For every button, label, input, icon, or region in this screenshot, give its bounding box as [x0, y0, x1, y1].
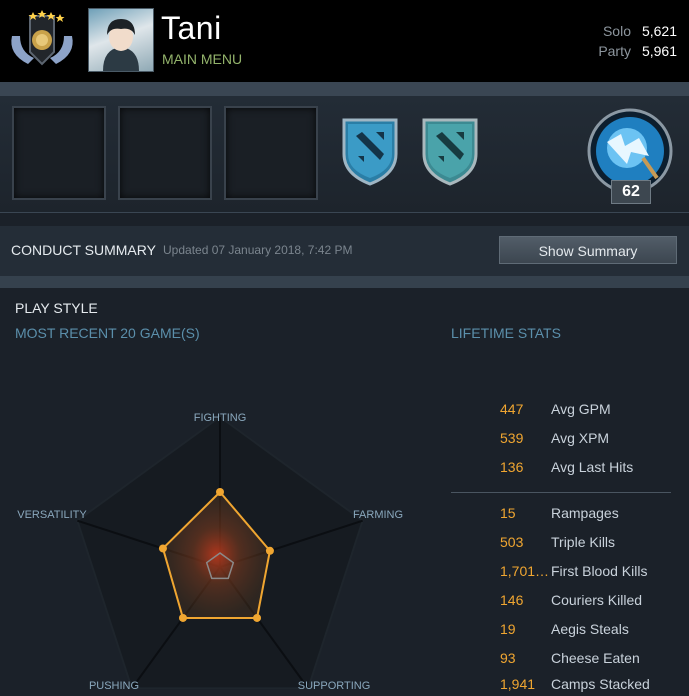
radar-axis-label: SUPPORTING — [298, 680, 371, 689]
lifetime-stats-title: LIFETIME STATS — [451, 325, 561, 341]
stat-value: 539 — [500, 430, 524, 446]
radar-axis-label: PUSHING — [89, 680, 139, 689]
party-mmr-value: 5,961 — [641, 43, 677, 59]
stat-value: 15 — [500, 505, 516, 521]
stat-label: Camps Stacked — [551, 676, 650, 692]
stat-label: Avg Last Hits — [551, 459, 634, 475]
player-avatar[interactable] — [88, 8, 154, 72]
radar-data-point — [216, 488, 224, 496]
stat-label: Cheese Eaten — [551, 650, 640, 666]
stat-value: 447 — [500, 401, 524, 417]
play-style-title: PLAY STYLE — [15, 300, 98, 316]
recent-games-title: MOST RECENT 20 GAME(S) — [15, 325, 200, 341]
party-mmr-label: Party — [598, 43, 631, 59]
stat-value: 93 — [500, 650, 516, 666]
stat-row: 1,701,… First Blood Kills — [450, 563, 680, 583]
stat-value: 503 — [500, 534, 524, 550]
stat-label: Avg XPM — [551, 430, 610, 446]
stat-label: Triple Kills — [551, 534, 616, 550]
radar-axis-label: FARMING — [353, 509, 403, 521]
stat-value: 1,701,… — [500, 563, 552, 579]
dota-shield-silver-icon[interactable] — [420, 114, 480, 186]
conduct-updated-text: Updated 07 January 2018, 7:42 PM — [163, 243, 353, 257]
stat-row: 539 Avg XPM — [450, 430, 680, 450]
stat-value: 146 — [500, 592, 524, 608]
stat-label: Couriers Killed — [551, 592, 643, 608]
showcase-slot-1[interactable] — [12, 106, 106, 200]
rank-medal-icon — [11, 10, 73, 66]
main-menu-link[interactable]: MAIN MENU — [162, 51, 242, 67]
stat-label: Avg GPM — [551, 401, 611, 417]
stat-value: 19 — [500, 621, 516, 637]
avatar-portrait-icon — [103, 19, 139, 71]
radar-data-point — [178, 613, 187, 622]
stat-row: 447 Avg GPM — [450, 401, 680, 421]
stat-label: Rampages — [551, 505, 619, 521]
showcase-slot-2[interactable] — [118, 106, 212, 200]
stats-divider — [451, 492, 671, 493]
player-name: Tani — [161, 10, 222, 46]
radar-axis-label: FIGHTING — [194, 412, 247, 424]
stat-row: 136 Avg Last Hits — [450, 459, 680, 479]
solo-mmr-value: 5,621 — [641, 23, 677, 39]
profile-header: Tani MAIN MENU Solo 5,621 Party 5,961 — [0, 0, 689, 82]
stat-value: 136 — [500, 459, 524, 475]
radar-axis-label: VERSATILITY — [17, 509, 87, 521]
trophy-showcase — [0, 96, 689, 213]
stat-row: 15 Rampages — [450, 505, 680, 525]
stat-row: 503 Triple Kills — [450, 534, 680, 554]
stat-label: Aegis Steals — [551, 621, 629, 637]
stat-value: 1,941 — [500, 676, 536, 692]
header-divider — [0, 82, 689, 96]
radar-data-point — [265, 546, 274, 555]
play-style-radar-chart: FIGHTING FARMING SUPPORTING PUSHING VERSATIL… — [17, 412, 403, 689]
radar-data-point — [158, 544, 167, 553]
conduct-summary-bar: CONDUCT SUMMARY Updated 07 January 2018,… — [0, 226, 689, 276]
stat-label: First Blood Kills — [551, 563, 648, 579]
radar-data-point — [253, 613, 262, 622]
stat-row: 1,941 Camps Stacked — [450, 676, 680, 696]
stat-row: 146 Couriers Killed — [450, 592, 680, 612]
conduct-divider — [0, 276, 689, 288]
stat-row: 93 Cheese Eaten — [450, 650, 680, 670]
stat-row: 19 Aegis Steals — [450, 621, 680, 641]
showcase-slot-3[interactable] — [224, 106, 318, 200]
solo-mmr-label: Solo — [602, 23, 631, 39]
hero-level-badge: 62 — [611, 180, 651, 204]
show-summary-button[interactable]: Show Summary — [499, 236, 677, 264]
dota-shield-icon[interactable] — [340, 114, 400, 186]
conduct-summary-title: CONDUCT SUMMARY — [11, 242, 156, 258]
